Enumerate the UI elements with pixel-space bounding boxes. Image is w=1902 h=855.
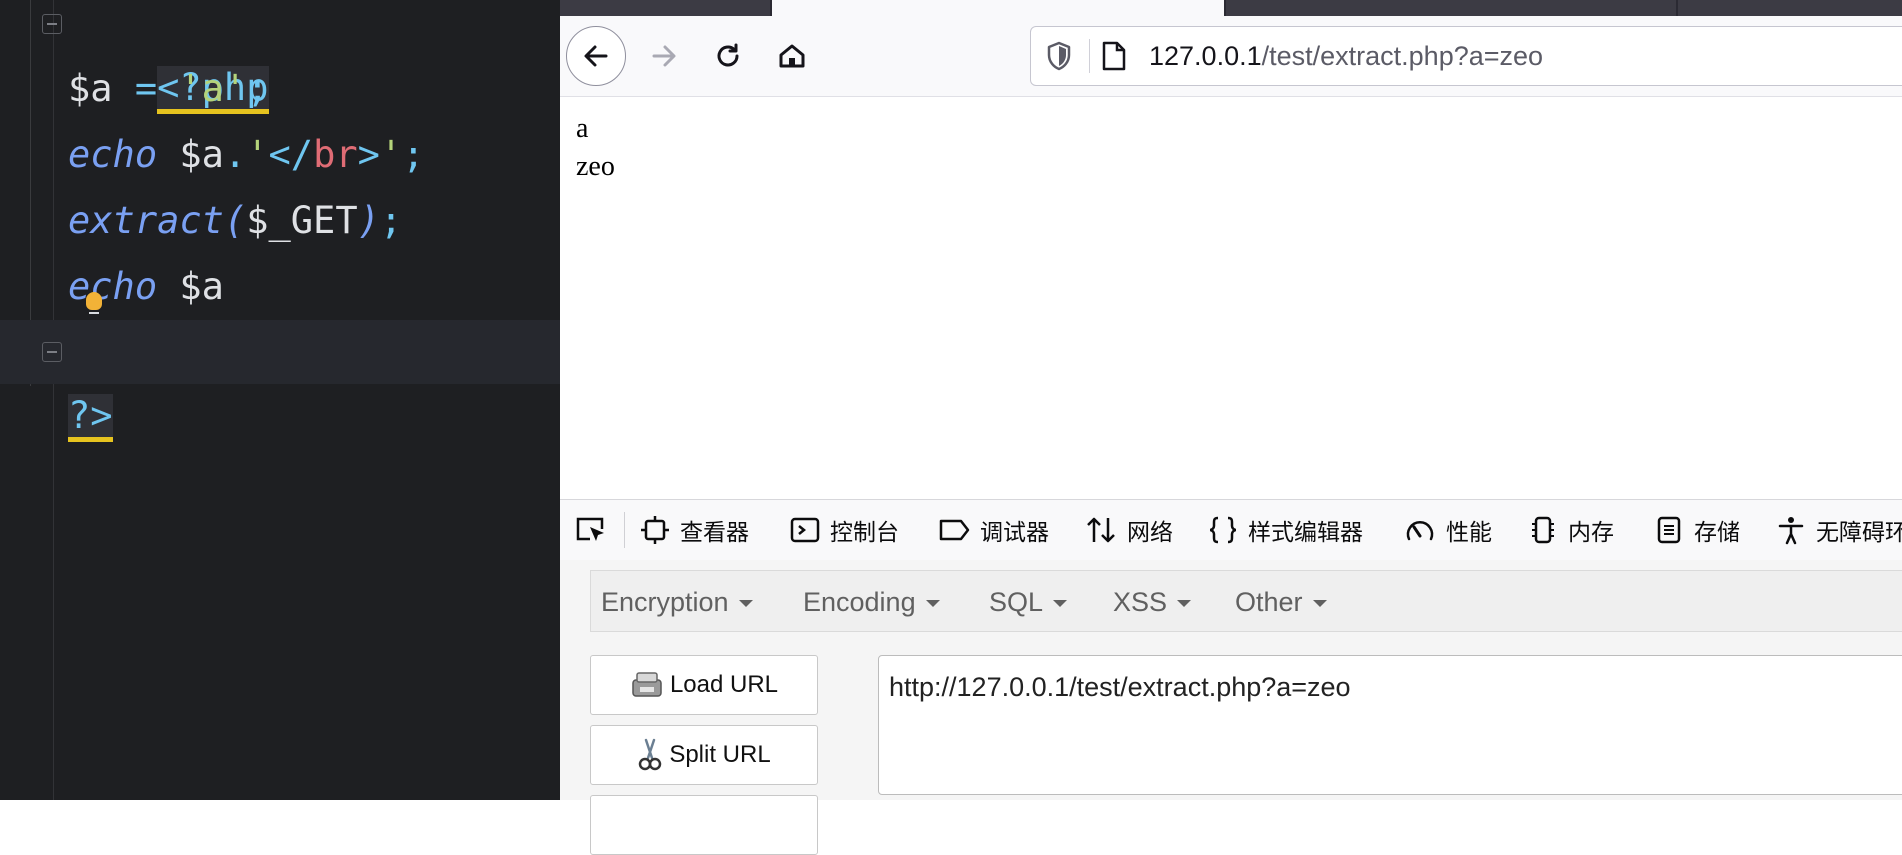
reload-icon [717, 43, 739, 67]
accessibility-icon [1778, 517, 1804, 545]
caret-down-icon [1053, 600, 1068, 608]
storage-icon [1657, 516, 1681, 544]
browser-window: 127.0.0.1/test/extract.php?a=zeo a zeo 查… [560, 0, 1902, 855]
shield-icon[interactable] [1045, 41, 1073, 71]
load-url-button[interactable]: Load URL [590, 655, 818, 715]
menu-encoding[interactable]: Encoding [803, 571, 940, 633]
execute-button[interactable] [590, 795, 818, 855]
memory-icon [1532, 516, 1554, 544]
tab-strip [560, 0, 1902, 16]
menu-sql[interactable]: SQL [989, 571, 1068, 633]
hackbar-menu: Encryption Encoding SQL XSS Other [590, 570, 1902, 632]
caret-down-icon [1312, 600, 1327, 608]
output-line-2: zeo [576, 151, 615, 182]
page-content: a zeo [560, 97, 1902, 499]
code-line-6[interactable]: ?> [0, 320, 560, 442]
element-picker-icon [576, 517, 604, 541]
forward-button[interactable] [634, 26, 694, 86]
inspector-icon [641, 516, 669, 544]
style-editor-icon [1209, 516, 1237, 544]
caret-down-icon [1177, 600, 1192, 608]
code-line-1[interactable]: <?php [68, 0, 269, 114]
code-line-2[interactable]: $a = 'a'; [68, 57, 269, 121]
lightbulb-icon[interactable] [86, 292, 102, 322]
fold-expand-icon[interactable] [42, 342, 62, 362]
tab-network[interactable]: 网络 [1085, 500, 1173, 560]
url-textarea[interactable]: http://127.0.0.1/test/extract.php?a=zeo [878, 655, 1902, 795]
performance-icon [1406, 521, 1434, 541]
devtools-toolbar: 查看器 控制台 调试器 网络 样式编辑器 性能 内存 存储 无障碍环 [560, 499, 1902, 561]
scissors-icon [639, 738, 662, 771]
navigation-toolbar: 127.0.0.1/test/extract.php?a=zeo [560, 16, 1902, 97]
reload-button[interactable] [698, 26, 758, 86]
tab-debugger[interactable]: 调试器 [938, 500, 1049, 560]
home-button[interactable] [762, 26, 822, 86]
caret-down-icon [738, 600, 753, 608]
split-url-button[interactable]: Split URL [590, 725, 818, 785]
browser-tab[interactable] [1226, 0, 1676, 16]
load-icon [632, 672, 662, 697]
element-picker-button[interactable] [574, 500, 618, 560]
code-line-3[interactable]: echo $a.'</br>'; [68, 123, 424, 187]
tab-performance[interactable]: 性能 [1404, 500, 1492, 560]
fold-collapse-icon[interactable] [42, 14, 62, 34]
network-icon [1087, 517, 1115, 543]
caret-down-icon [925, 600, 940, 608]
tab-style-editor[interactable]: 样式编辑器 [1208, 500, 1363, 560]
tab-storage[interactable]: 存储 [1654, 500, 1740, 560]
toolbar-separator [624, 512, 625, 548]
home-icon [779, 44, 805, 68]
page-icon[interactable] [1101, 40, 1127, 72]
back-button[interactable] [566, 26, 626, 86]
browser-tab-active[interactable] [772, 0, 1224, 16]
code-line-4[interactable]: extract($_GET); [68, 189, 402, 253]
arrow-left-icon [584, 45, 608, 67]
menu-xss[interactable]: XSS [1113, 571, 1192, 633]
url-host: 127.0.0.1 [1149, 41, 1262, 71]
menu-other[interactable]: Other [1235, 571, 1327, 633]
debugger-icon [939, 519, 970, 541]
menu-encryption[interactable]: Encryption [601, 571, 753, 633]
tab-memory[interactable]: 内存 [1528, 500, 1614, 560]
output-line-1: a [576, 113, 589, 144]
browser-tab[interactable] [1678, 0, 1902, 16]
console-icon [790, 517, 820, 543]
address-bar[interactable]: 127.0.0.1/test/extract.php?a=zeo [1030, 26, 1902, 86]
url-text[interactable]: 127.0.0.1/test/extract.php?a=zeo [1149, 27, 1543, 85]
tab-accessibility[interactable]: 无障碍环 [1776, 500, 1902, 560]
url-path: /test/extract.php?a=zeo [1261, 41, 1544, 71]
hackbar-panel: Encryption Encoding SQL XSS Other Load U… [560, 560, 1902, 855]
url-separator [1089, 39, 1090, 73]
browser-tab[interactable] [560, 0, 770, 16]
arrow-right-icon [652, 45, 676, 67]
php-close-tag: ?> [68, 394, 113, 442]
code-editor[interactable]: <?php $a = 'a'; echo $a.'</br>'; extract… [0, 0, 560, 800]
tab-inspector[interactable]: 查看器 [640, 500, 749, 560]
tab-console[interactable]: 控制台 [790, 500, 899, 560]
